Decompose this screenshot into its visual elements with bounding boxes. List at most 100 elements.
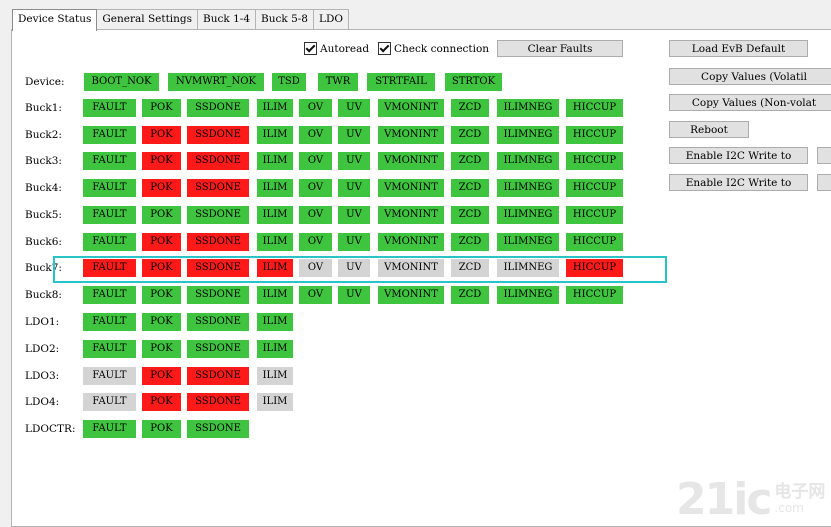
- status-indicator-ilimneg: ILIMNEG: [497, 152, 559, 170]
- status-indicator-ilim: ILIM: [257, 393, 293, 411]
- status-indicator-ov: OV: [299, 286, 332, 304]
- row-label: LDO1:: [25, 316, 60, 328]
- status-indicator-hiccup: HICCUP: [566, 152, 623, 170]
- tab-device-status[interactable]: Device Status: [12, 9, 98, 31]
- status-indicator-ov: OV: [299, 152, 332, 170]
- status-indicator-ilimneg: ILIMNEG: [497, 206, 559, 224]
- tab-buck-1-4[interactable]: Buck 1-4: [197, 9, 257, 30]
- row-label: Buck4:: [25, 182, 62, 194]
- right-button-1[interactable]: Load EvB Default: [669, 40, 808, 57]
- status-indicator-ilim: ILIM: [257, 206, 293, 224]
- status-indicator-fault: FAULT: [83, 313, 136, 331]
- checkmark-icon: [304, 42, 317, 55]
- status-indicator-zcd: ZCD: [451, 179, 489, 197]
- watermark-cn: 电子网: [774, 481, 826, 502]
- status-indicator-ilimneg: ILIMNEG: [497, 233, 559, 251]
- side-button-partial-2[interactable]: [817, 174, 831, 191]
- status-indicator-hiccup: HICCUP: [566, 286, 623, 304]
- clear-faults-button[interactable]: Clear Faults: [497, 40, 623, 57]
- status-indicator-ov: OV: [299, 233, 332, 251]
- status-indicator-ilim: ILIM: [257, 99, 293, 117]
- status-indicator-ilim: ILIM: [257, 367, 293, 385]
- status-indicator-fault: FAULT: [83, 340, 136, 358]
- right-button-4[interactable]: Reboot: [669, 121, 749, 138]
- highlight-box: [53, 256, 667, 283]
- status-indicator-pok: POK: [142, 420, 181, 438]
- status-indicator-ssdone: SSDONE: [187, 126, 249, 144]
- status-indicator-fault: FAULT: [83, 367, 136, 385]
- right-button-3[interactable]: Copy Values (Non-volat: [669, 94, 831, 111]
- status-indicator-uv: UV: [338, 99, 370, 117]
- tab-general-settings[interactable]: General Settings: [96, 9, 199, 30]
- status-indicator-pok: POK: [142, 367, 181, 385]
- status-indicator-strtok: STRTOK: [445, 73, 502, 91]
- right-button-6[interactable]: Enable I2C Write to: [669, 174, 808, 191]
- status-indicator-ov: OV: [299, 99, 332, 117]
- status-indicator-zcd: ZCD: [451, 99, 489, 117]
- side-button-partial-1[interactable]: [817, 147, 831, 164]
- status-indicator-fault: FAULT: [83, 99, 136, 117]
- status-indicator-uv: UV: [338, 286, 370, 304]
- status-indicator-ov: OV: [299, 126, 332, 144]
- status-indicator-pok: POK: [142, 179, 181, 197]
- status-indicator-uv: UV: [338, 206, 370, 224]
- right-button-5[interactable]: Enable I2C Write to: [669, 147, 808, 164]
- row-label: Device:: [25, 76, 65, 88]
- status-indicator-pok: POK: [142, 233, 181, 251]
- status-indicator-fault: FAULT: [83, 393, 136, 411]
- status-indicator-uv: UV: [338, 179, 370, 197]
- status-indicator-vmonint: VMONINT: [378, 286, 444, 304]
- status-indicator-ssdone: SSDONE: [187, 340, 249, 358]
- status-indicator-ssdone: SSDONE: [187, 233, 249, 251]
- status-indicator-zcd: ZCD: [451, 206, 489, 224]
- check-connection-label: Check connection: [394, 42, 490, 55]
- status-indicator-ilimneg: ILIMNEG: [497, 99, 559, 117]
- status-indicator-zcd: ZCD: [451, 126, 489, 144]
- row-label: LDO4:: [25, 396, 60, 408]
- status-indicator-vmonint: VMONINT: [378, 99, 444, 117]
- checkmark-icon: [378, 42, 391, 55]
- status-indicator-pok: POK: [142, 286, 181, 304]
- status-indicator-twr: TWR: [318, 73, 358, 91]
- status-indicator-zcd: ZCD: [451, 286, 489, 304]
- status-indicator-ilim: ILIM: [257, 313, 293, 331]
- status-indicator-ilimneg: ILIMNEG: [497, 179, 559, 197]
- status-indicator-vmonint: VMONINT: [378, 126, 444, 144]
- status-indicator-pok: POK: [142, 126, 181, 144]
- status-indicator-ssdone: SSDONE: [187, 206, 249, 224]
- status-indicator-ssdone: SSDONE: [187, 393, 249, 411]
- status-indicator-hiccup: HICCUP: [566, 126, 623, 144]
- status-indicator-ssdone: SSDONE: [187, 152, 249, 170]
- row-label: LDOCTR:: [25, 423, 76, 435]
- status-indicator-pok: POK: [142, 152, 181, 170]
- status-indicator-ilimneg: ILIMNEG: [497, 286, 559, 304]
- status-indicator-hiccup: HICCUP: [566, 99, 623, 117]
- status-indicator-vmonint: VMONINT: [378, 233, 444, 251]
- status-indicator-vmonint: VMONINT: [378, 152, 444, 170]
- status-indicator-ssdone: SSDONE: [187, 179, 249, 197]
- status-indicator-zcd: ZCD: [451, 152, 489, 170]
- tab-ldo[interactable]: LDO: [312, 9, 349, 30]
- check-connection-checkbox[interactable]: Check connection: [378, 42, 489, 55]
- status-indicator-uv: UV: [338, 152, 370, 170]
- row-label: Buck5:: [25, 209, 62, 221]
- row-label: LDO3:: [25, 370, 60, 382]
- autoread-checkbox[interactable]: Autoread: [304, 42, 369, 55]
- status-indicator-uv: UV: [338, 233, 370, 251]
- status-indicator-ilim: ILIM: [257, 152, 293, 170]
- status-indicator-pok: POK: [142, 313, 181, 331]
- status-indicator-ssdone: SSDONE: [187, 313, 249, 331]
- status-indicator-nvmwrt-nok: NVMWRT_NOK: [168, 73, 264, 91]
- status-indicator-ilim: ILIM: [257, 126, 293, 144]
- status-indicator-strtfail: STRTFAIL: [367, 73, 435, 91]
- status-indicator-vmonint: VMONINT: [378, 179, 444, 197]
- right-button-2[interactable]: Copy Values (Volatil: [669, 68, 831, 85]
- autoread-label: Autoread: [320, 42, 370, 55]
- status-indicator-fault: FAULT: [83, 233, 136, 251]
- tab-buck-5-8[interactable]: Buck 5-8: [255, 9, 314, 30]
- status-indicator-hiccup: HICCUP: [566, 233, 623, 251]
- status-indicator-ov: OV: [299, 179, 332, 197]
- status-indicator-vmonint: VMONINT: [378, 206, 444, 224]
- status-indicator-ilim: ILIM: [257, 286, 293, 304]
- status-indicator-ssdone: SSDONE: [187, 367, 249, 385]
